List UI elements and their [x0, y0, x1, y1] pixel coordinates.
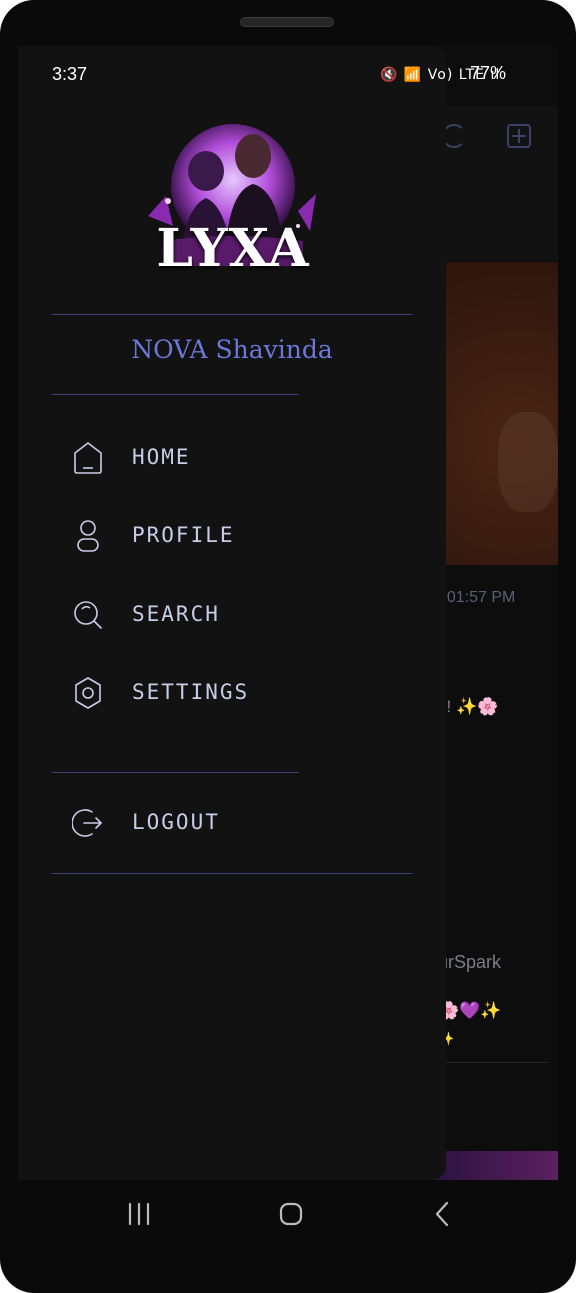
logout-icon — [72, 809, 102, 837]
add-post-icon — [507, 124, 531, 148]
menu-label-logout: LOGOUT — [132, 810, 220, 834]
background-next-post-image — [428, 1151, 558, 1180]
background-post-emoji: 🌸💜✨ — [438, 1001, 502, 1020]
menu-item-search[interactable]: SEARCH — [52, 588, 412, 644]
navigation-drawer: LYXA NOVA Shavinda HOME PROFILE SEARCH S… — [18, 46, 446, 1180]
logo-wordmark: LYXA — [156, 218, 310, 279]
search-icon — [74, 601, 102, 629]
menu-label-search: SEARCH — [132, 602, 220, 626]
divider-logout — [52, 772, 299, 773]
menu-item-settings[interactable]: SETTINGS — [52, 666, 412, 722]
post-image-detail — [498, 412, 558, 512]
status-time: 3:37 — [52, 64, 88, 84]
user-name: NOVA Shavinda — [131, 335, 333, 364]
background-divider — [428, 1062, 548, 1063]
settings-icon — [75, 677, 101, 709]
speaker-grille — [240, 17, 334, 27]
status-battery: 77% — [470, 63, 507, 83]
system-nav-bar — [0, 1180, 576, 1248]
menu-item-home[interactable]: HOME — [52, 431, 412, 487]
menu-label-profile: PROFILE — [132, 523, 235, 547]
background-post-time: , 01:57 PM — [438, 589, 516, 606]
menu-label-settings: SETTINGS — [132, 680, 250, 704]
profile-icon — [77, 520, 99, 552]
divider-name — [52, 394, 299, 395]
screen: , 01:57 PM s! ✨🌸 urSpark 🌸💜✨ ✨ LYXA NOVA… — [18, 46, 558, 1180]
divider-top — [52, 314, 412, 315]
back-button[interactable] — [430, 1200, 456, 1228]
divider-bottom — [52, 873, 412, 874]
status-bar: 3:37 🔇 📶 Vo) LTE ıl 77% — [18, 46, 558, 106]
menu-label-home: HOME — [132, 445, 191, 469]
home-icon — [74, 442, 102, 474]
menu-item-logout[interactable]: LOGOUT — [52, 796, 412, 852]
background-post-tag: urSpark — [438, 952, 502, 972]
background-post-caption: s! ✨🌸 — [438, 697, 499, 716]
home-button[interactable] — [278, 1200, 304, 1228]
menu-item-profile[interactable]: PROFILE — [52, 509, 412, 565]
recent-apps-button[interactable] — [126, 1200, 152, 1228]
phone-frame: , 01:57 PM s! ✨🌸 urSpark 🌸💜✨ ✨ LYXA NOVA… — [0, 0, 576, 1293]
